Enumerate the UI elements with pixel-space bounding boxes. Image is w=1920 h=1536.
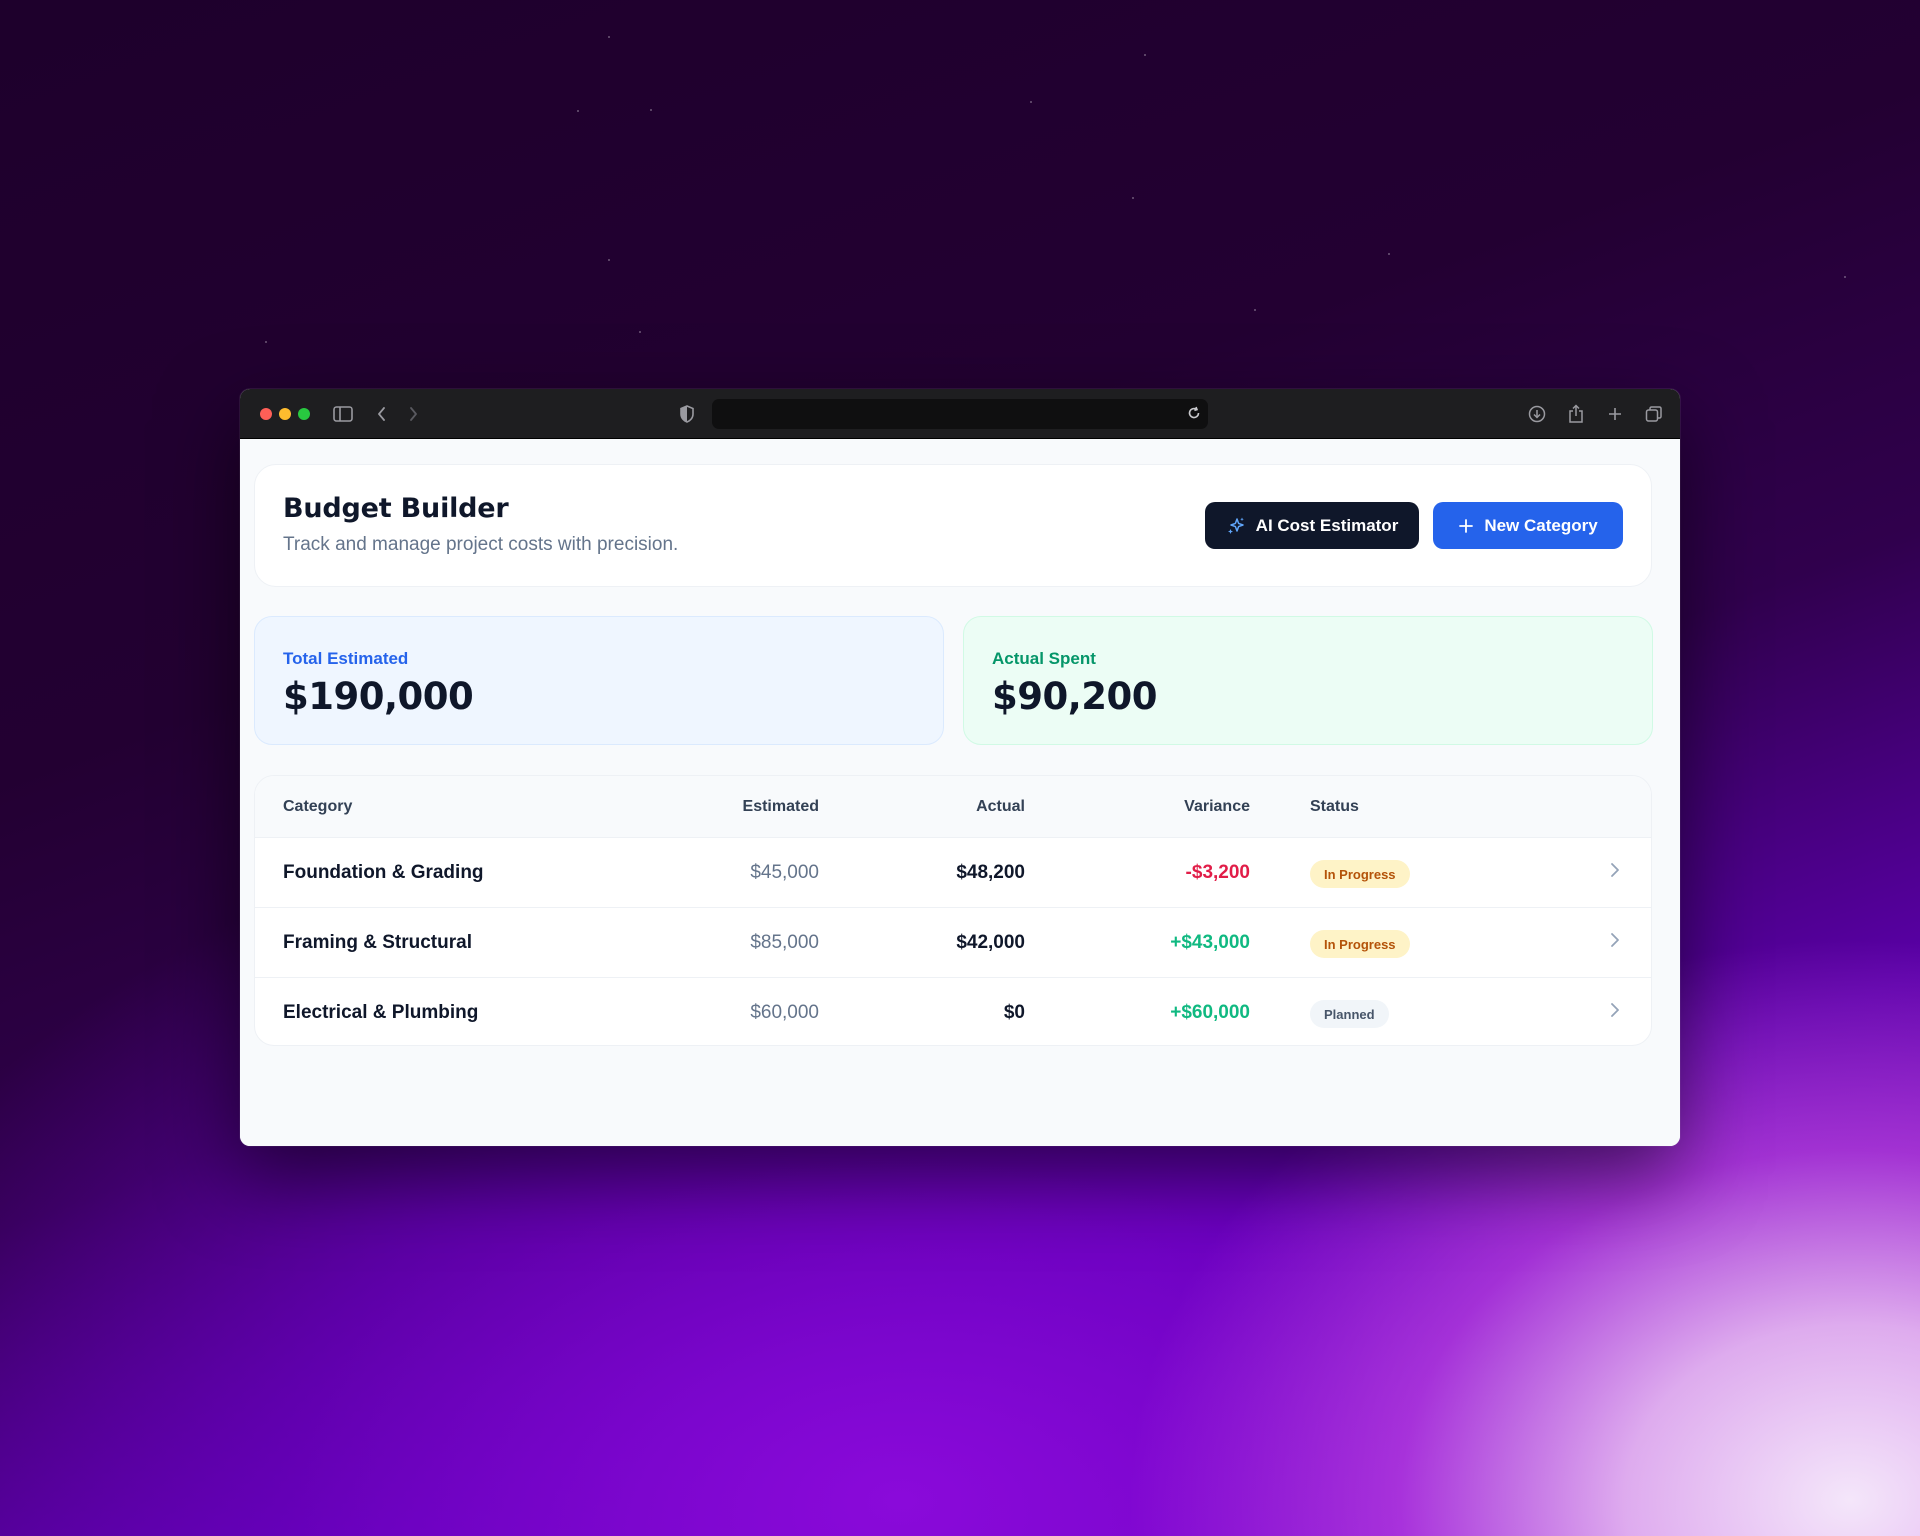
row-actual: $48,200: [956, 862, 1025, 883]
row-variance: -$3,200: [1185, 862, 1250, 883]
browser-window: Budget Builder Track and manage project …: [240, 389, 1680, 1146]
download-icon[interactable]: [1526, 403, 1548, 425]
total-estimated-value: $190,000: [283, 675, 474, 718]
close-window-button[interactable]: [260, 408, 272, 420]
header-estimated: Estimated: [742, 798, 819, 815]
chevron-right-icon[interactable]: [1605, 860, 1625, 880]
header-category: Category: [283, 798, 353, 815]
address-bar[interactable]: [712, 399, 1208, 429]
actual-spent-value: $90,200: [992, 675, 1158, 718]
ai-cost-estimator-label: AI Cost Estimator: [1255, 515, 1399, 535]
row-category: Foundation & Grading: [283, 862, 484, 883]
table-row[interactable]: Framing & Structural $85,000 $42,000 +$4…: [255, 908, 1651, 978]
forward-icon[interactable]: [402, 403, 424, 425]
row-actual: $0: [1003, 1002, 1025, 1023]
row-estimated: $45,000: [750, 862, 819, 883]
page-header: Budget Builder Track and manage project …: [254, 464, 1652, 587]
row-estimated: $60,000: [750, 1002, 819, 1023]
back-icon[interactable]: [371, 403, 393, 425]
total-estimated-label: Total Estimated: [283, 649, 409, 668]
row-actual: $42,000: [956, 932, 1025, 953]
header-actual: Actual: [976, 798, 1025, 815]
ai-cost-estimator-button[interactable]: AI Cost Estimator: [1205, 502, 1419, 549]
total-estimated-card: Total Estimated $190,000: [254, 616, 944, 745]
table-row[interactable]: Foundation & Grading $45,000 $48,200 -$3…: [255, 838, 1651, 908]
row-category: Framing & Structural: [283, 932, 472, 953]
tab-overview-icon[interactable]: [1643, 403, 1665, 425]
minimize-window-button[interactable]: [279, 408, 291, 420]
actual-spent-card: Actual Spent $90,200: [963, 616, 1653, 745]
header-status: Status: [1310, 798, 1359, 815]
page-title: Budget Builder: [283, 493, 509, 524]
plus-icon: [1458, 518, 1474, 534]
new-category-label: New Category: [1484, 515, 1598, 535]
sparkles-icon: [1226, 516, 1246, 536]
reload-icon[interactable]: [1186, 405, 1204, 423]
header-variance: Variance: [1184, 798, 1250, 815]
row-estimated: $85,000: [750, 932, 819, 953]
chevron-right-icon[interactable]: [1605, 930, 1625, 950]
row-variance: +$43,000: [1170, 932, 1250, 953]
status-badge: Planned: [1310, 1000, 1389, 1028]
new-category-button[interactable]: New Category: [1433, 502, 1623, 549]
actual-spent-label: Actual Spent: [992, 649, 1096, 668]
new-tab-icon[interactable]: [1604, 403, 1626, 425]
table-header: Category Estimated Actual Variance Statu…: [255, 776, 1651, 838]
status-badge: In Progress: [1310, 860, 1410, 888]
page-subtitle: Track and manage project costs with prec…: [283, 534, 679, 555]
chevron-right-icon[interactable]: [1605, 1000, 1625, 1020]
sidebar-toggle-icon[interactable]: [332, 403, 354, 425]
row-variance: +$60,000: [1170, 1002, 1250, 1023]
row-category: Electrical & Plumbing: [283, 1002, 479, 1023]
maximize-window-button[interactable]: [298, 408, 310, 420]
status-badge: In Progress: [1310, 930, 1410, 958]
page-content: Budget Builder Track and manage project …: [240, 439, 1680, 1146]
privacy-shield-icon[interactable]: [676, 403, 698, 425]
share-icon[interactable]: [1565, 403, 1587, 425]
browser-toolbar: [240, 389, 1680, 439]
budget-table: Category Estimated Actual Variance Statu…: [254, 775, 1652, 1046]
table-row[interactable]: Electrical & Plumbing $60,000 $0 +$60,00…: [255, 978, 1651, 1045]
